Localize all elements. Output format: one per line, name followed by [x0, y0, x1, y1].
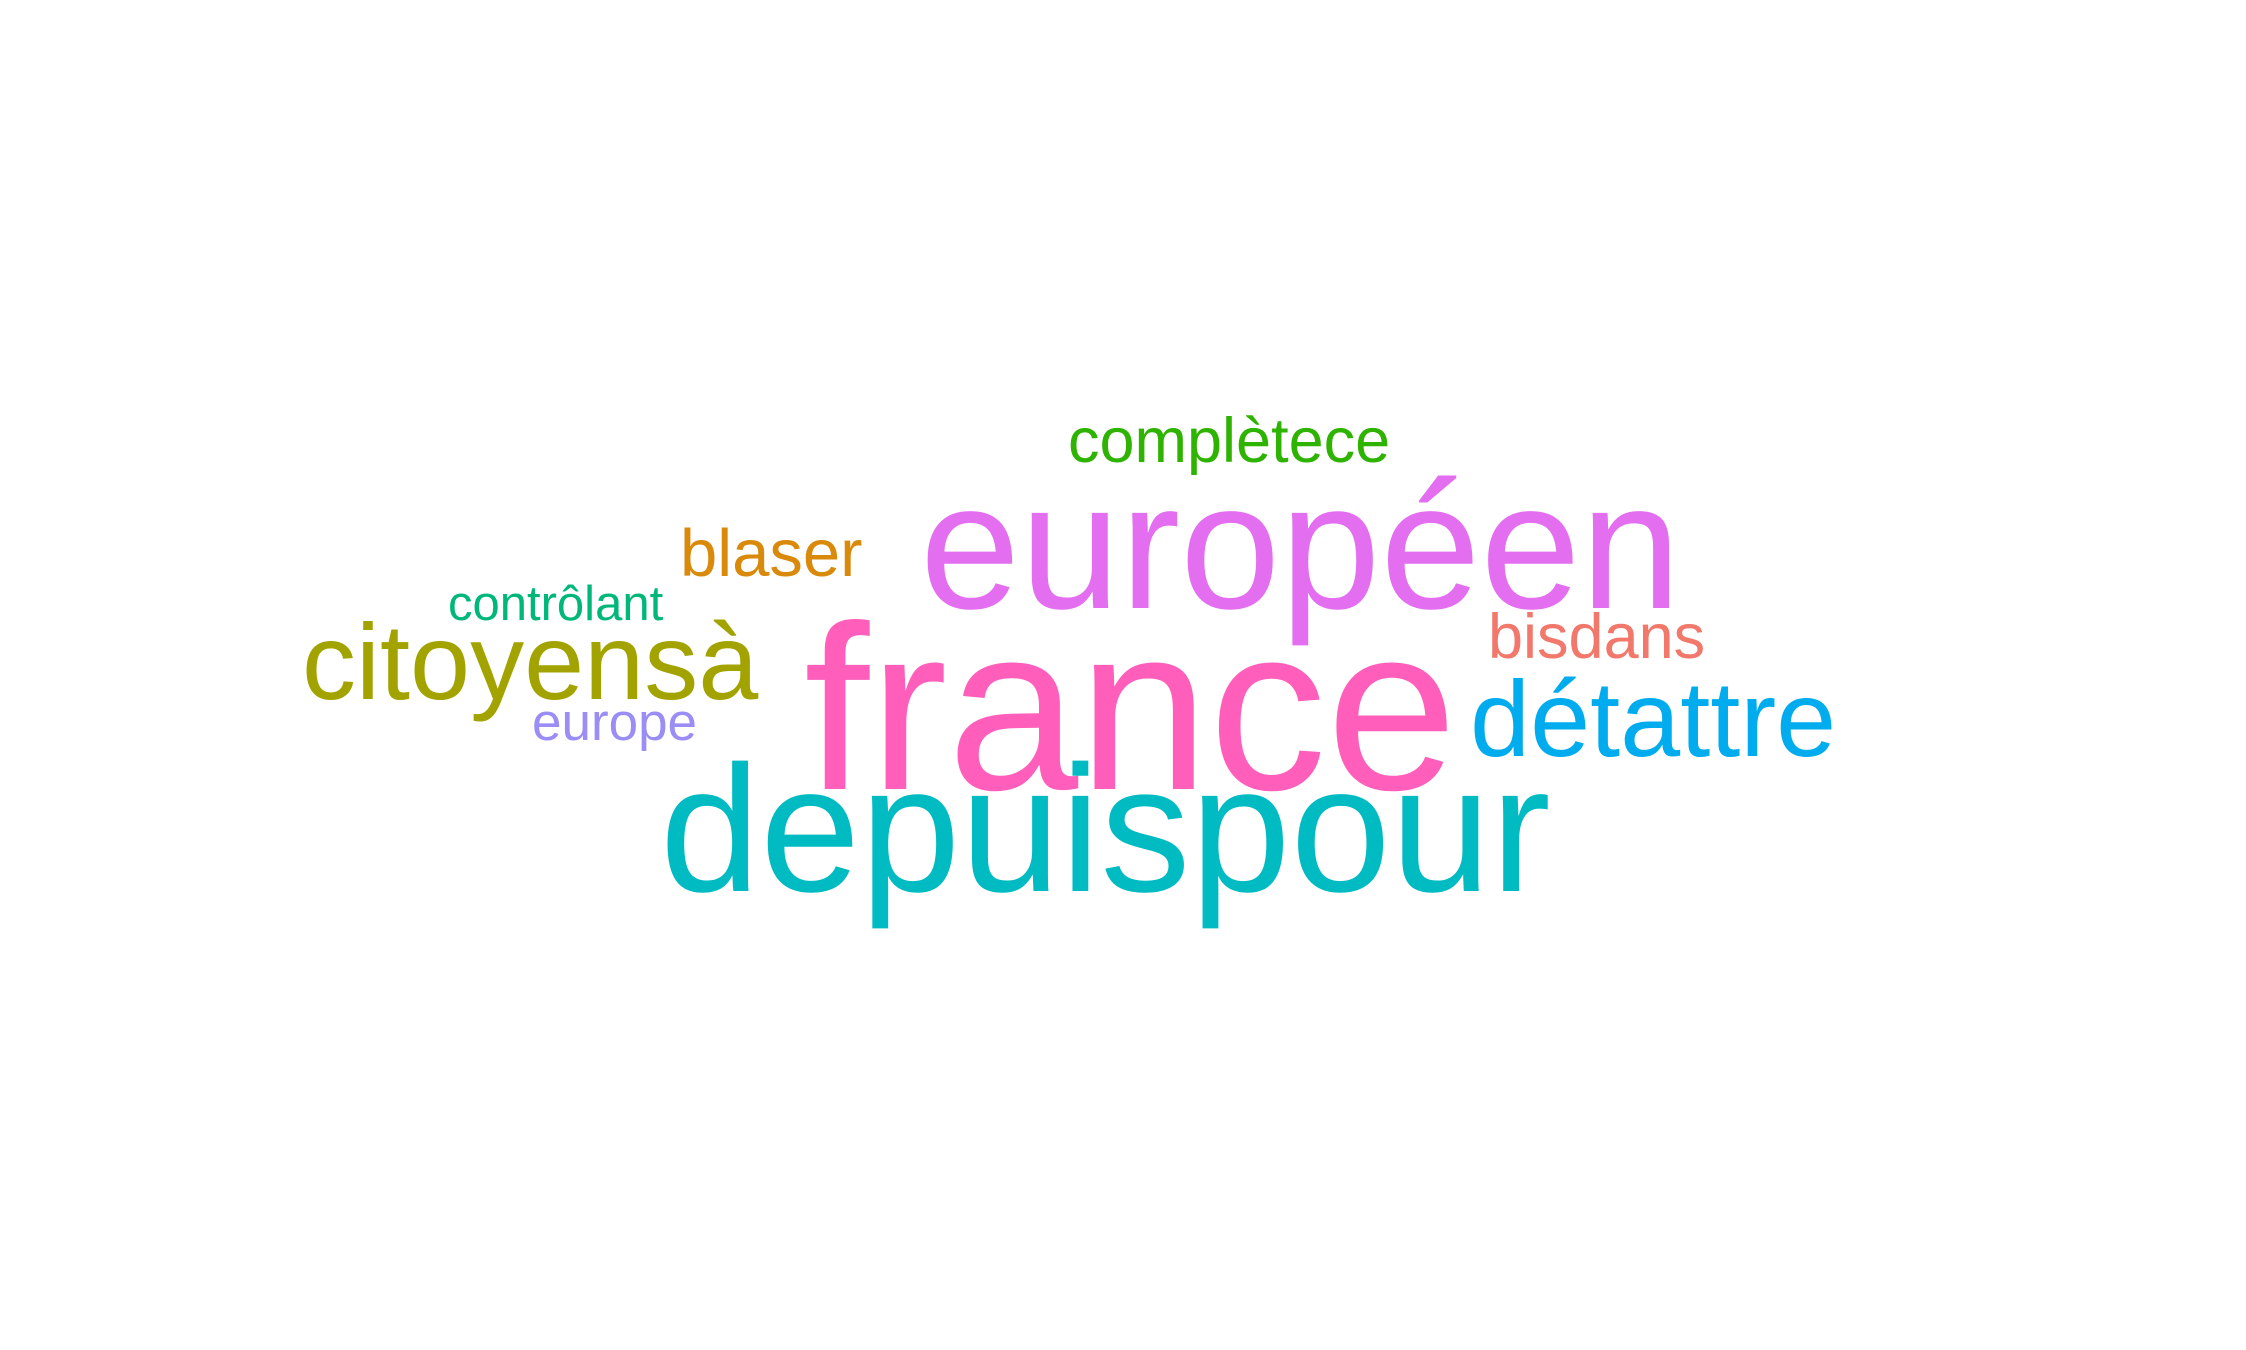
word-depuispour: depuispour: [660, 729, 1551, 930]
word-cloud: complètece européen blaser contrôlant ci…: [0, 0, 2246, 1350]
